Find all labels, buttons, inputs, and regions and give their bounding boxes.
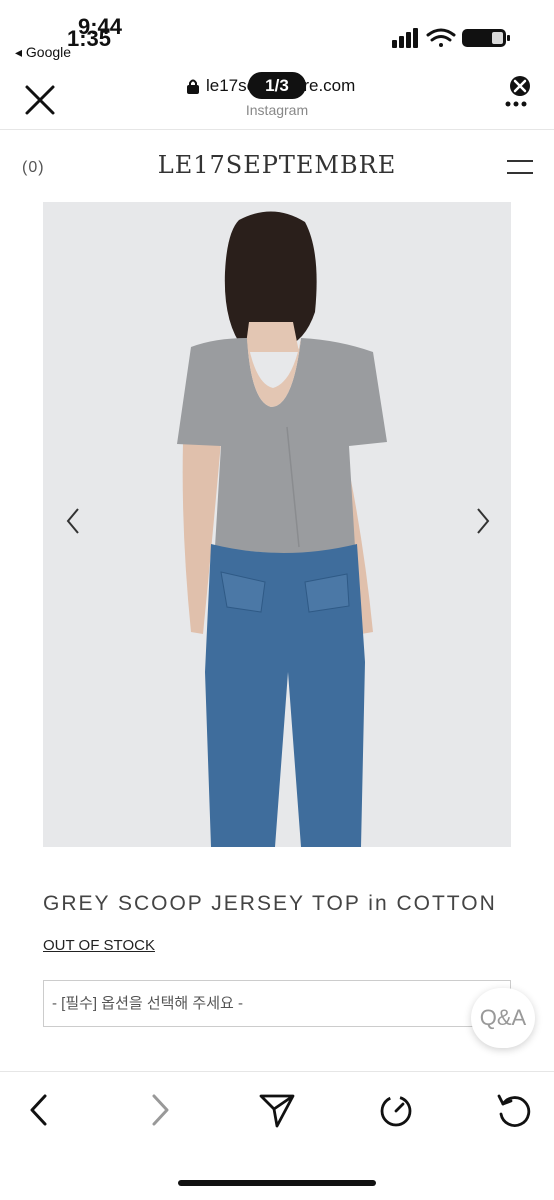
battery-icon [462, 29, 510, 47]
timer-icon[interactable] [376, 1090, 416, 1130]
forward-icon[interactable] [139, 1090, 179, 1130]
site-header: (0) LE17SEPTEMBRE [0, 131, 554, 203]
option-select[interactable]: - [필수] 옵션을 선택해 주세요 - [43, 980, 511, 1027]
back-to-app-link[interactable]: ◂ Google [15, 44, 71, 61]
product-name: GREY SCOOP JERSEY TOP in COTTON [43, 892, 497, 915]
product-photo [177, 211, 387, 847]
source-label: Instagram [245, 102, 309, 118]
product-image[interactable] [43, 202, 511, 847]
status-bar: 9:44 1:35 ◂ Google [0, 0, 554, 70]
brand-logo[interactable]: LE17SEPTEMBRE [0, 151, 554, 179]
signal-icon [392, 28, 418, 48]
status-time: 1:35 [67, 26, 112, 51]
more-icon[interactable] [500, 76, 540, 112]
chevron-left-icon[interactable] [61, 506, 85, 536]
wifi-icon [426, 28, 456, 47]
chevron-right-icon[interactable] [471, 506, 495, 536]
hamburger-icon[interactable] [506, 157, 534, 177]
stock-status-link[interactable]: OUT OF STOCK [43, 937, 155, 954]
story-slide-counter: 1/3 [248, 72, 306, 99]
status-icons [392, 28, 510, 48]
lock-icon [187, 79, 199, 94]
refresh-icon[interactable] [494, 1090, 534, 1130]
qa-button[interactable]: Q&A [471, 988, 535, 1048]
send-icon[interactable] [257, 1090, 297, 1130]
home-indicator [178, 1180, 376, 1186]
back-icon[interactable] [20, 1090, 60, 1130]
